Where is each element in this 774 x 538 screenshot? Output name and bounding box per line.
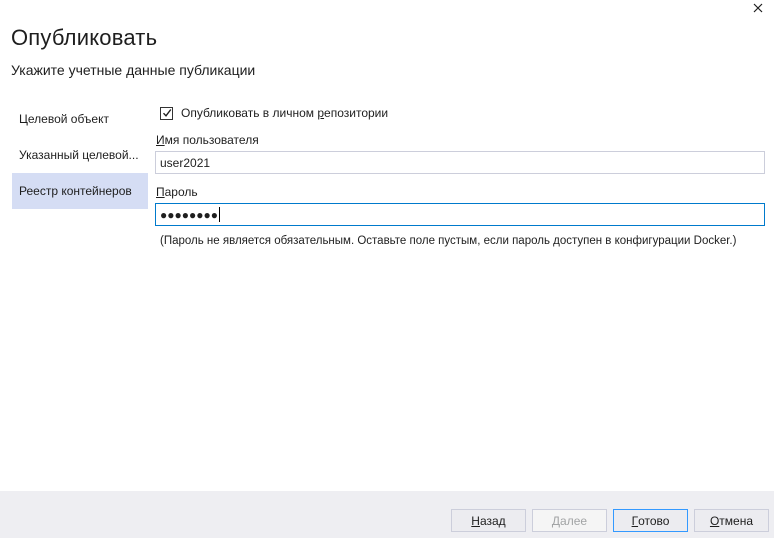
nav-item-specific-target[interactable]: Указанный целевой... (12, 137, 148, 173)
username-label: Имя пользователя (156, 133, 259, 147)
dialog-title: Опубликовать (11, 25, 158, 50)
password-hint: (Пароль не является обязательным. Оставь… (160, 235, 737, 247)
checkmark-icon (162, 109, 171, 117)
nav-item-label: Целевой объект (19, 112, 109, 126)
nav-item-target[interactable]: Целевой объект (12, 101, 148, 137)
text-caret (218, 207, 220, 222)
finish-button[interactable]: Готово (613, 509, 688, 532)
private-repo-checkbox[interactable] (160, 106, 173, 120)
nav-item-label: Реестр контейнеров (19, 184, 132, 198)
password-label: Пароль (156, 185, 198, 199)
close-button[interactable] (750, 0, 766, 16)
username-value: user2021 (160, 155, 211, 170)
next-button[interactable]: Далее (532, 509, 607, 532)
username-input[interactable]: user2021 (155, 151, 765, 174)
password-masked-value: ●●●●●●●● (160, 207, 218, 222)
password-input[interactable]: ●●●●●●●● (155, 203, 765, 226)
private-repo-checkbox-label: Опубликовать в личном репозитории (181, 106, 389, 120)
wizard-nav: Целевой объект Указанный целевой... Реес… (12, 101, 148, 209)
close-icon (753, 3, 763, 13)
back-button[interactable]: Назад (451, 509, 526, 532)
dialog-subtitle: Укажите учетные данные публикации (11, 62, 256, 78)
cancel-button[interactable]: Отмена (694, 509, 769, 532)
nav-item-label: Указанный целевой... (19, 148, 139, 162)
nav-item-container-registry[interactable]: Реестр контейнеров (12, 173, 148, 209)
private-repo-checkbox-row[interactable]: Опубликовать в личном репозитории (160, 106, 388, 120)
